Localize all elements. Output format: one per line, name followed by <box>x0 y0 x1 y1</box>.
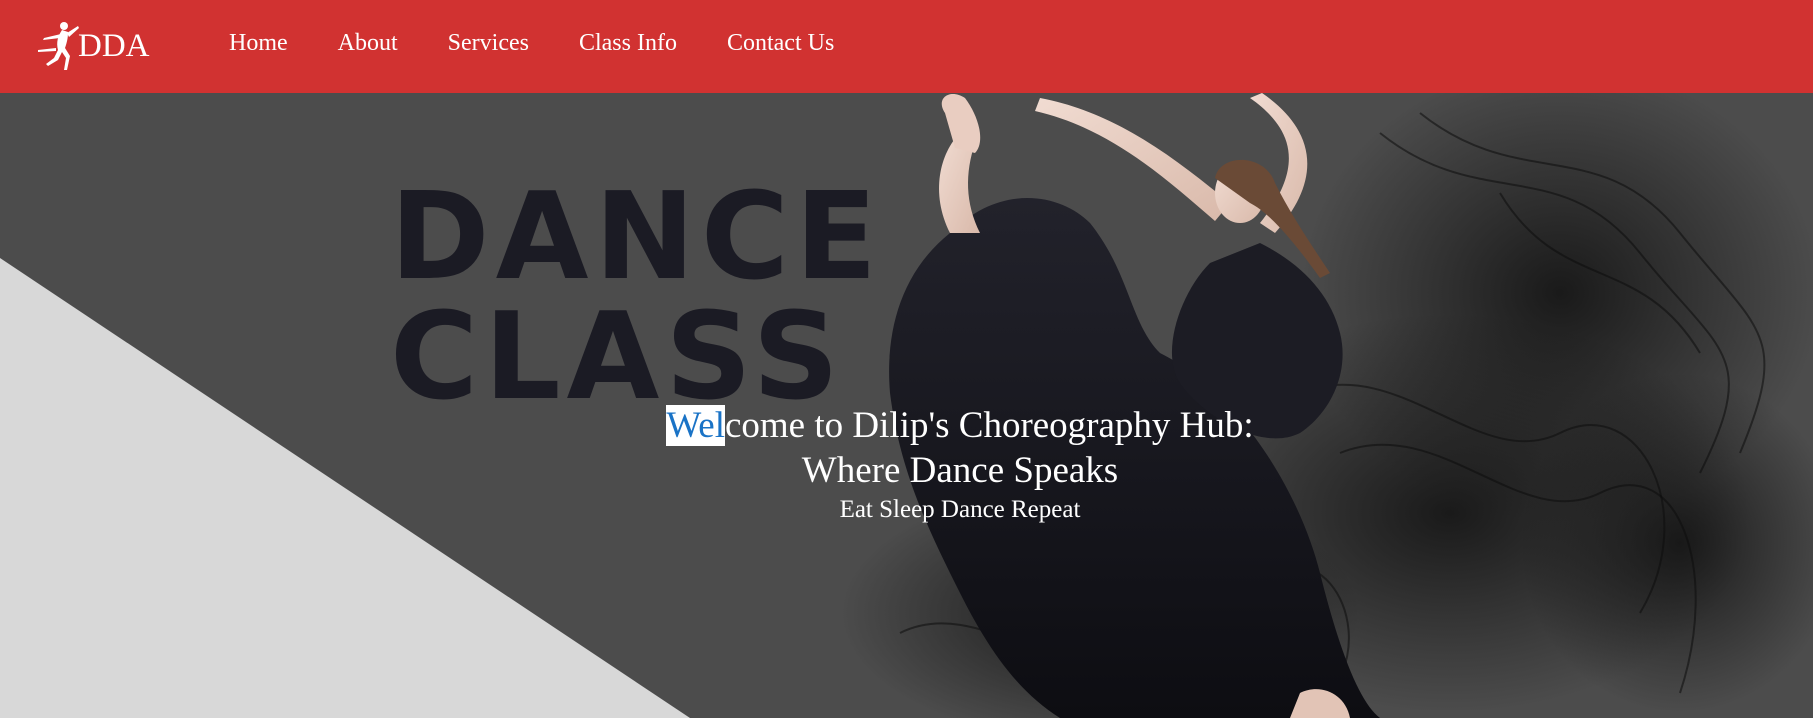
hero-subtitle: Eat Sleep Dance Repeat <box>839 496 1081 523</box>
hero-title: Welcome to Dilip's Choreography Hub: Whe… <box>0 403 1813 493</box>
nav-contact-us[interactable]: Contact Us <box>727 30 834 57</box>
main-nav: Home About Services Class Info Contact U… <box>229 30 884 57</box>
nav-about[interactable]: About <box>338 30 398 57</box>
dancer-silhouette-icon <box>38 22 79 70</box>
hero-text-block: Welcome to Dilip's Choreography Hub: Whe… <box>0 403 1813 527</box>
logo-link[interactable]: DDA <box>34 18 150 74</box>
navbar: DDA Home About Services Class Info Conta… <box>0 0 1813 93</box>
nav-services[interactable]: Services <box>448 30 529 57</box>
nav-class-info[interactable]: Class Info <box>579 30 677 57</box>
logo-text: DDA <box>78 27 150 64</box>
hero-title-selected-text: Wel <box>666 405 725 446</box>
nav-home[interactable]: Home <box>229 30 288 57</box>
artwork-word-dance: DANCE <box>390 168 883 307</box>
hero-section: DANCE CLASS Welcome to Dilip's Choreogra… <box>0 93 1813 718</box>
hero-title-rest: come to Dilip's Choreography Hub: <box>724 405 1254 446</box>
hero-title-line2: Where Dance Speaks <box>801 450 1119 491</box>
